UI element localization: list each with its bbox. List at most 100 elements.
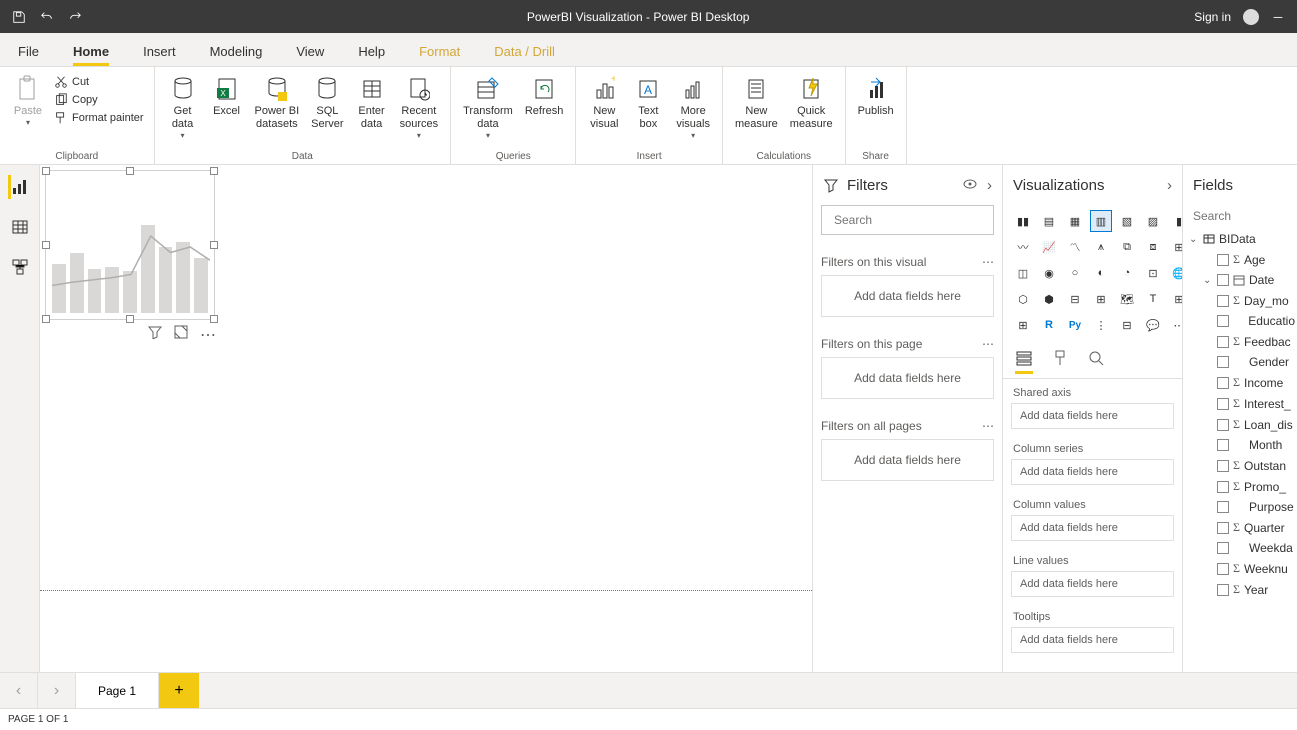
tab-view[interactable]: View — [296, 44, 324, 66]
field-node[interactable]: ΣYear — [1185, 579, 1295, 600]
viz-field-dropzone[interactable]: Add data fields here — [1011, 627, 1174, 653]
tab-home[interactable]: Home — [73, 44, 109, 66]
refresh-button[interactable]: Refresh — [519, 71, 570, 120]
field-node[interactable]: Month — [1185, 435, 1295, 455]
field-checkbox[interactable] — [1217, 460, 1229, 472]
viz-type-icon[interactable]: ◔ — [1117, 263, 1137, 283]
quick-measure-button[interactable]: Quick measure — [784, 71, 839, 133]
field-node[interactable]: Purpose — [1185, 497, 1295, 517]
undo-icon[interactable] — [40, 10, 54, 24]
filters-search[interactable] — [821, 205, 994, 235]
transform-data-button[interactable]: Transform data▾ — [457, 71, 519, 142]
field-node[interactable]: ΣInterest_ — [1185, 393, 1295, 414]
viz-type-icon[interactable]: ⊞ — [1169, 289, 1182, 309]
add-page-button[interactable]: + — [159, 673, 199, 708]
format-tab[interactable] — [1051, 349, 1069, 374]
viz-type-icon[interactable]: 〽 — [1065, 237, 1085, 257]
viz-type-icon[interactable]: ⬢ — [1039, 289, 1059, 309]
visual-filter-icon[interactable] — [148, 325, 162, 345]
data-view-icon[interactable] — [8, 215, 32, 239]
filter-dropzone[interactable]: Add data fields here — [821, 275, 994, 317]
viz-type-icon[interactable]: ◉ — [1039, 263, 1059, 283]
text-box-button[interactable]: AText box — [626, 71, 670, 133]
field-checkbox[interactable] — [1217, 542, 1229, 554]
viz-type-icon[interactable]: 💬 — [1143, 315, 1163, 335]
publish-button[interactable]: Publish — [852, 71, 900, 120]
table-node[interactable]: ⌄BIData — [1185, 229, 1295, 249]
recent-sources-button[interactable]: Recent sources▾ — [394, 71, 445, 142]
viz-field-dropzone[interactable]: Add data fields here — [1011, 459, 1174, 485]
filter-dropzone[interactable]: Add data fields here — [821, 357, 994, 399]
cut-button[interactable]: Cut — [54, 75, 144, 89]
field-checkbox[interactable] — [1217, 563, 1229, 575]
viz-type-icon[interactable]: ⋮ — [1091, 315, 1111, 335]
new-measure-button[interactable]: New measure — [729, 71, 784, 133]
collapse-icon[interactable]: › — [1167, 177, 1172, 194]
field-checkbox[interactable] — [1217, 398, 1229, 410]
report-view-icon[interactable] — [8, 175, 32, 199]
redo-icon[interactable] — [68, 10, 82, 24]
fields-well-tab[interactable] — [1015, 349, 1033, 374]
focus-mode-icon[interactable] — [174, 325, 188, 345]
field-node[interactable]: ΣIncome — [1185, 372, 1295, 393]
viz-type-icon[interactable]: ⊟ — [1065, 289, 1085, 309]
field-checkbox[interactable] — [1217, 501, 1229, 513]
viz-type-icon[interactable]: 🗺 — [1117, 289, 1137, 309]
fields-search[interactable] — [1187, 209, 1297, 223]
field-node[interactable]: ΣWeeknu — [1185, 558, 1295, 579]
more-icon[interactable]: ⋯ — [982, 419, 994, 433]
field-node[interactable]: Educatio — [1185, 311, 1295, 331]
viz-type-icon[interactable]: ⊟ — [1117, 315, 1137, 335]
viz-type-icon[interactable]: 📈 — [1039, 237, 1059, 257]
field-checkbox[interactable] — [1217, 377, 1229, 389]
tab-modeling[interactable]: Modeling — [210, 44, 263, 66]
save-icon[interactable] — [12, 10, 26, 24]
field-checkbox[interactable] — [1217, 481, 1229, 493]
viz-type-icon[interactable]: ▨ — [1143, 211, 1163, 231]
viz-type-icon[interactable]: ⋯ — [1169, 315, 1182, 335]
signin-link[interactable]: Sign in — [1194, 10, 1231, 24]
avatar[interactable] — [1243, 9, 1259, 25]
viz-type-icon[interactable]: 〰 — [1013, 237, 1033, 257]
field-checkbox[interactable] — [1217, 254, 1229, 266]
tab-file[interactable]: File — [18, 44, 39, 66]
field-node[interactable]: ΣFeedbac — [1185, 331, 1295, 352]
tab-insert[interactable]: Insert — [143, 44, 176, 66]
field-checkbox[interactable] — [1217, 336, 1229, 348]
viz-type-icon[interactable]: ◐ — [1091, 263, 1111, 283]
more-icon[interactable]: ⋯ — [982, 255, 994, 269]
more-visuals-button[interactable]: More visuals▾ — [670, 71, 716, 142]
field-checkbox[interactable] — [1217, 522, 1229, 534]
viz-type-icon[interactable]: R — [1039, 315, 1059, 335]
viz-type-icon[interactable]: ⊞ — [1013, 315, 1033, 335]
viz-type-icon[interactable]: Py — [1065, 315, 1085, 335]
field-checkbox[interactable] — [1217, 315, 1229, 327]
field-node[interactable]: ΣLoan_dis — [1185, 414, 1295, 435]
page-tab-1[interactable]: Page 1 — [76, 673, 159, 708]
collapse-icon[interactable]: › — [987, 177, 992, 194]
tab-format[interactable]: Format — [419, 44, 460, 66]
field-node[interactable]: Weekda — [1185, 538, 1295, 558]
field-checkbox[interactable] — [1217, 274, 1229, 286]
viz-type-icon[interactable]: ▦ — [1065, 211, 1085, 231]
format-painter-button[interactable]: Format painter — [54, 111, 144, 125]
field-node[interactable]: ΣAge — [1185, 249, 1295, 270]
viz-field-dropzone[interactable]: Add data fields here — [1011, 515, 1174, 541]
viz-type-icon[interactable]: ▧ — [1117, 211, 1137, 231]
viz-field-dropzone[interactable]: Add data fields here — [1011, 571, 1174, 597]
viz-type-icon[interactable]: ⧉ — [1117, 237, 1137, 257]
sql-server-button[interactable]: SQL Server — [305, 71, 349, 133]
canvas[interactable]: ⋯ — [40, 165, 812, 672]
viz-type-icon[interactable]: ▤ — [1039, 211, 1059, 231]
viz-type-icon[interactable]: ◫ — [1013, 263, 1033, 283]
pbi-datasets-button[interactable]: Power BI datasets — [249, 71, 306, 133]
viz-type-icon[interactable]: ⊡ — [1143, 263, 1163, 283]
field-checkbox[interactable] — [1217, 419, 1229, 431]
viz-type-icon[interactable]: ▮▮ — [1013, 211, 1033, 231]
viz-field-dropzone[interactable]: Add data fields here — [1011, 403, 1174, 429]
viz-type-icon[interactable]: ⊞ — [1169, 237, 1182, 257]
enter-data-button[interactable]: Enter data — [350, 71, 394, 133]
field-node[interactable]: Gender — [1185, 352, 1295, 372]
minimize-icon[interactable]: ─ — [1271, 10, 1285, 24]
new-visual-button[interactable]: +New visual — [582, 71, 626, 133]
